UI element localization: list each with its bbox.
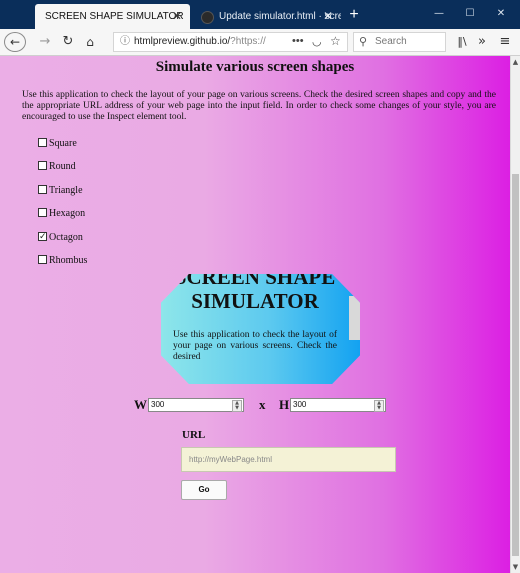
overflow-chevron-icon[interactable]: » (474, 32, 490, 52)
times-separator: x (259, 397, 266, 412)
hexagon-checkbox[interactable] (38, 208, 47, 218)
shape-label: Round (49, 161, 76, 172)
tab-close-icon[interactable]: ✕ (172, 4, 182, 29)
search-bar[interactable]: ⚲ Search (353, 32, 446, 52)
info-icon[interactable]: ⓘ (120, 33, 130, 51)
square-checkbox[interactable] (38, 138, 47, 148)
pocket-icon[interactable]: ◡ (312, 33, 322, 51)
width-label: W (134, 397, 147, 412)
shape-label: Octagon (49, 232, 83, 243)
menu-icon[interactable]: ≡ (496, 32, 514, 52)
scrollbar-thumb[interactable] (512, 174, 519, 556)
forward-icon[interactable]: → (38, 32, 52, 52)
round-checkbox[interactable] (38, 161, 47, 171)
shape-option-square[interactable]: Square (38, 137, 77, 151)
back-icon[interactable]: ← (4, 32, 26, 52)
shape-option-rhombus[interactable]: Rhombus (38, 254, 87, 268)
page-viewport: Simulate various screen shapes Use this … (0, 56, 510, 573)
minimize-button[interactable]: — (424, 5, 454, 23)
url-input[interactable]: http://myWebPage.html (181, 447, 396, 472)
search-placeholder: Search (375, 36, 407, 47)
home-icon[interactable]: ⌂ (82, 32, 98, 52)
go-button[interactable]: Go (181, 480, 227, 500)
address-text: htmlpreview.github.io/?https:// (134, 36, 266, 47)
intro-text: Use this application to check the layout… (22, 90, 496, 122)
scroll-up-icon[interactable]: ▲ (511, 56, 520, 68)
maximize-button[interactable]: ☐ (455, 5, 485, 23)
close-window-button[interactable]: ✕ (486, 5, 516, 23)
browser-navbar: ← → ↻ ⌂ ⓘ htmlpreview.github.io/?https:/… (0, 29, 520, 56)
preview-scrollbar[interactable] (349, 296, 360, 340)
triangle-checkbox[interactable] (38, 185, 47, 195)
rhombus-checkbox[interactable] (38, 255, 47, 265)
width-input[interactable]: 300 ▲ ▼ (148, 398, 244, 412)
library-icon[interactable]: ‖\ (452, 32, 472, 52)
shape-option-octagon[interactable]: Octagon (38, 230, 83, 245)
shape-option-hexagon[interactable]: Hexagon (38, 207, 85, 221)
url-label: URL (182, 429, 206, 441)
tab-close-icon[interactable]: ✕ (323, 4, 333, 29)
tab-title: SCREEN SHAPE SIMULATOR (45, 11, 184, 22)
shape-option-round[interactable]: Round (38, 160, 76, 174)
tab-screen-shape-simulator[interactable]: SCREEN SHAPE SIMULATOR ✕ (35, 4, 190, 29)
height-label: H (279, 397, 290, 412)
octagon-preview-screen[interactable]: SCREEN SHAPE SIMULATOR Use this applicat… (161, 274, 360, 384)
height-input[interactable]: 300 ▲ ▼ (290, 398, 386, 412)
tab-update-simulator[interactable]: Update simulator.html · screen ✕ (193, 4, 341, 29)
scroll-down-icon[interactable]: ▼ (511, 561, 520, 573)
octagon-checkbox[interactable] (38, 230, 47, 244)
width-spinner-icon[interactable]: ▲ ▼ (232, 400, 242, 412)
shape-option-triangle[interactable]: Triangle (38, 184, 83, 198)
new-tab-button[interactable]: + (344, 4, 364, 26)
search-icon: ⚲ (359, 36, 368, 48)
bookmark-star-icon[interactable]: ☆ (330, 32, 341, 50)
reload-icon[interactable]: ↻ (60, 32, 76, 52)
page-title: Simulate various screen shapes (155, 59, 355, 75)
github-icon (201, 11, 214, 24)
height-spinner-icon[interactable]: ▲ ▼ (374, 400, 384, 412)
preview-title: SCREEN SHAPE SIMULATOR (174, 274, 336, 313)
browser-titlebar: SCREEN SHAPE SIMULATOR ✕ Update simulato… (0, 0, 520, 29)
shape-label: Hexagon (49, 208, 86, 219)
page-scrollbar[interactable]: ▲ ▼ (510, 56, 520, 573)
shape-label: Square (49, 138, 77, 149)
shape-label: Triangle (49, 185, 83, 196)
address-bar[interactable]: ⓘ htmlpreview.github.io/?https:// ••• ◡ … (113, 32, 348, 52)
dimension-row: W 300 ▲ ▼ x H 300 ▲ ▼ (0, 396, 510, 414)
shape-label: Rhombus (49, 255, 88, 266)
page-actions-icon[interactable]: ••• (292, 32, 304, 50)
preview-text: Use this application to check the layout… (173, 330, 337, 362)
